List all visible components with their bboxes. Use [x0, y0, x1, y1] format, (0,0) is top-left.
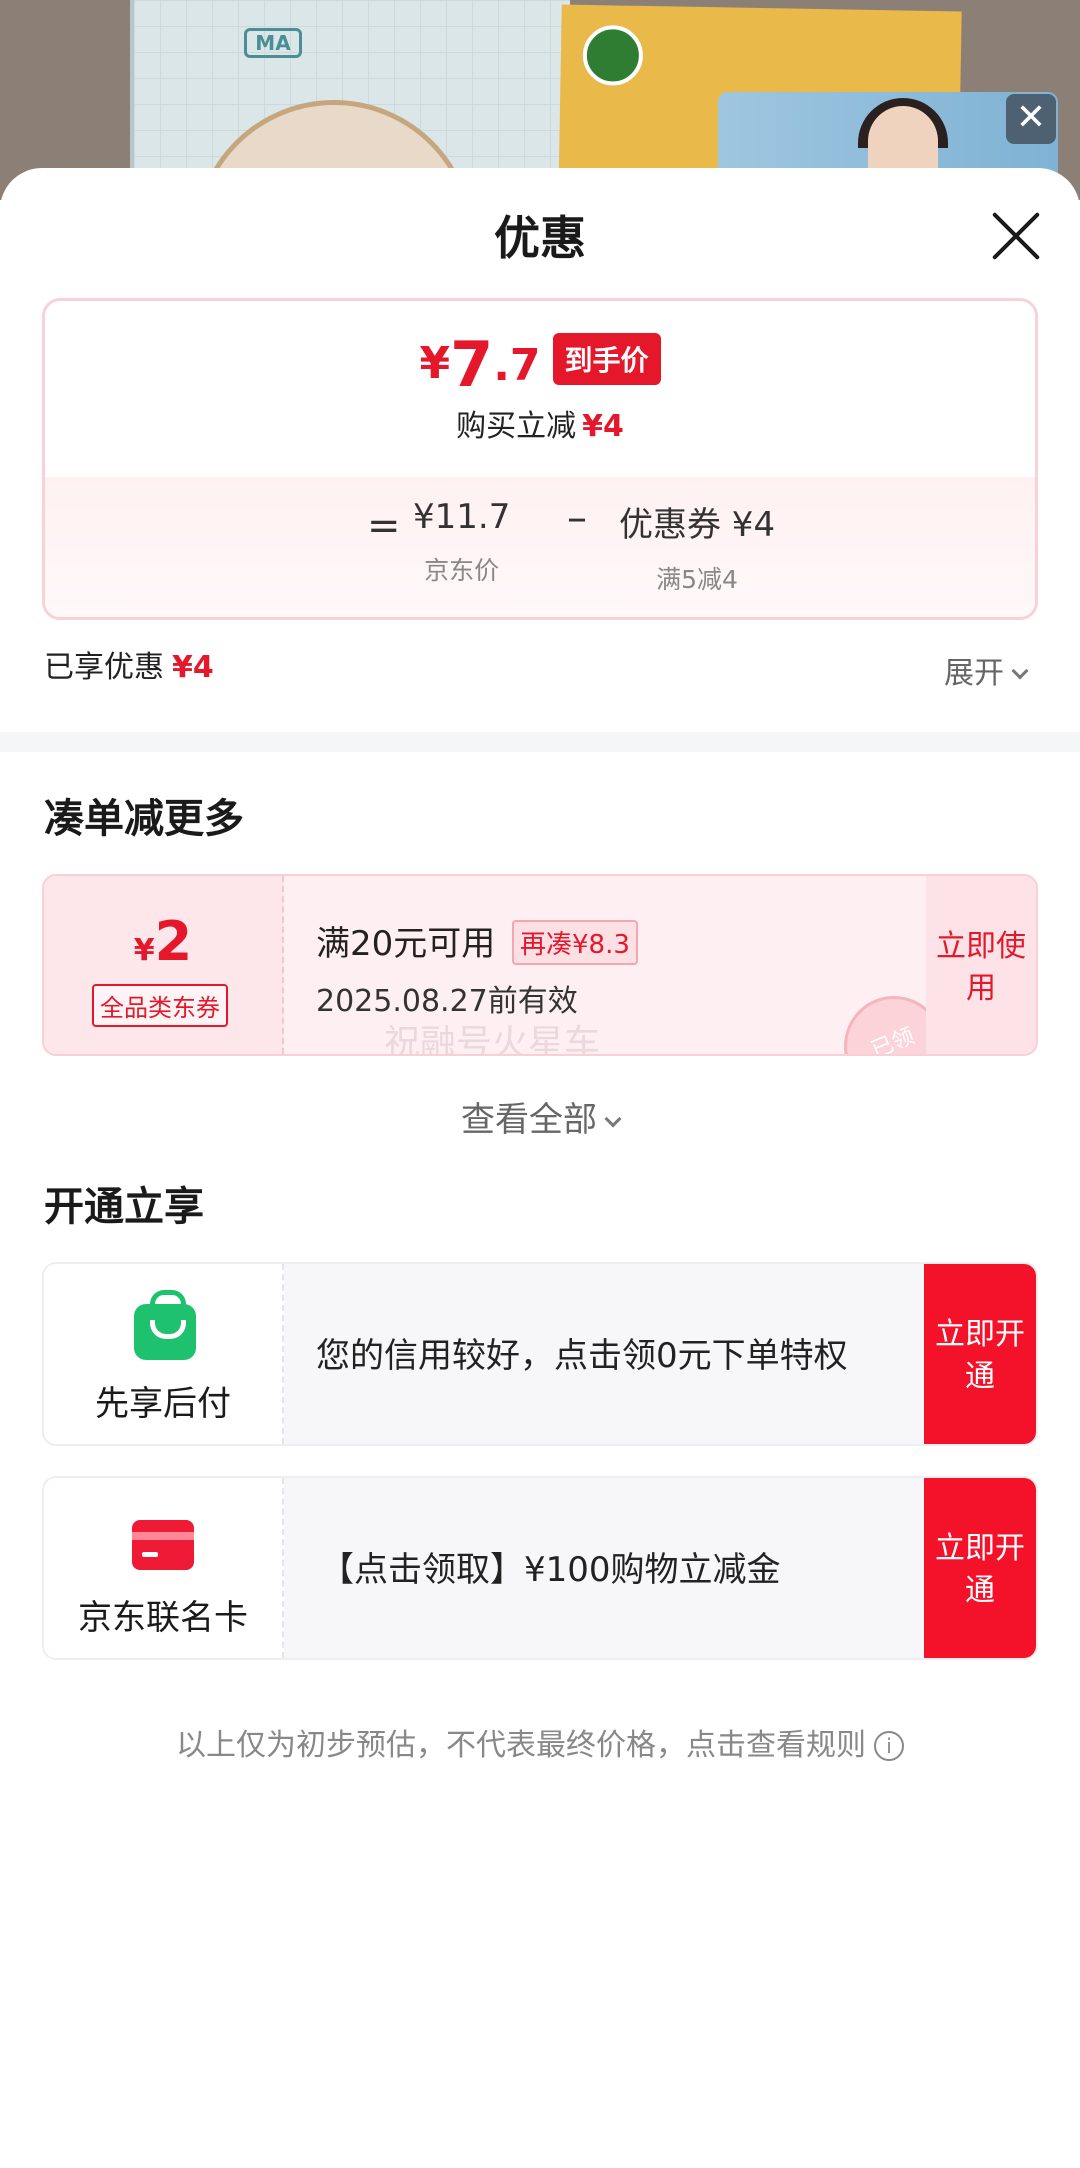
rules-note-text: 以上仅为初步预估，不代表最终价格，点击查看规则 [176, 1728, 866, 1763]
info-icon[interactable]: i [874, 1731, 904, 1761]
jd-price-label: 京东价 [424, 556, 500, 585]
discount-sheet: 优惠 ¥ 7 .7 到手价 购买立减 ¥4 = ¥11.7 京东价 – 优惠券 ¥… [0, 168, 1080, 2168]
coupon-amount-value: 2 [154, 910, 193, 973]
open-section-title: 开通立享 [44, 1184, 204, 1230]
watermark-text: 祝融号火星车 [384, 1023, 601, 1056]
coupon-type-badge: 全品类东券 [92, 984, 228, 1027]
video-close-icon[interactable]: ✕ [1006, 94, 1056, 144]
enjoyed-label: 已享优惠 [44, 650, 164, 685]
coupon-currency: ¥ [133, 933, 155, 968]
final-price-decimal: .7 [493, 340, 541, 391]
price-breakdown-card: ¥ 7 .7 到手价 购买立减 ¥4 = ¥11.7 京东价 – 优惠券 ¥4 满… [42, 298, 1038, 620]
coupon-card[interactable]: ¥2 全品类东券 满20元可用 再凑¥8.3 2025.08.27前有效 祝融号… [42, 874, 1038, 1056]
enjoyed-discount: 已享优惠 ¥4 [44, 642, 214, 686]
final-price-integer: 7 [450, 328, 494, 401]
coupon-deduction: 优惠券 ¥4 [619, 505, 776, 545]
chevron-down-icon [1011, 662, 1029, 680]
section-divider [0, 732, 1080, 752]
activate-pay-later-button[interactable]: 立即开通 [924, 1264, 1036, 1444]
ma-logo: MA [244, 28, 302, 58]
currency-symbol: ¥ [419, 338, 451, 389]
instant-saving: 购买立减 ¥4 [45, 401, 1035, 445]
combine-section-title: 凑单减更多 [44, 796, 244, 842]
credit-card-icon [132, 1520, 194, 1570]
activate-cobrand-card-button[interactable]: 立即开通 [924, 1478, 1036, 1658]
jd-price-value: ¥11.7 [413, 497, 511, 537]
chevron-down-icon [604, 1110, 622, 1128]
view-all-button[interactable]: 查看全部 [0, 1092, 1080, 1141]
service-description: 您的信用较好，点击领0元下单特权 [316, 1336, 848, 1376]
expand-label: 展开 [944, 656, 1004, 691]
coupon-condition: 满20元可用 [316, 924, 496, 964]
coupon-amount-panel: ¥2 全品类东券 [44, 876, 284, 1054]
book-seal-icon [582, 24, 644, 86]
coupon-amount: ¥2 [44, 910, 282, 973]
service-icon-panel: 京东联名卡 [44, 1478, 284, 1658]
coupon-rule: 满5减4 [656, 565, 738, 594]
saving-label: 购买立减 [456, 409, 577, 444]
service-name: 京东联名卡 [78, 1598, 248, 1638]
saving-value: ¥4 [582, 409, 624, 444]
sheet-title: 优惠 [494, 211, 586, 265]
final-price: ¥ 7 .7 到手价 [45, 333, 1035, 397]
close-icon[interactable] [988, 208, 1044, 264]
view-all-label: 查看全部 [461, 1100, 597, 1140]
service-icon-panel: 先享后付 [44, 1264, 284, 1444]
shopping-bag-icon [134, 1290, 196, 1360]
final-price-badge: 到手价 [552, 333, 661, 385]
coupon-top-up-tag: 再凑¥8.3 [512, 920, 638, 965]
enjoyed-value: ¥4 [172, 650, 214, 685]
service-name: 先享后付 [95, 1384, 231, 1424]
service-card-pay-later[interactable]: 先享后付 您的信用较好，点击领0元下单特权 立即开通 [42, 1262, 1038, 1446]
use-now-button[interactable]: 立即使用 [926, 876, 1036, 1054]
equals-sign: = [367, 503, 401, 549]
minus-sign: – [567, 495, 587, 541]
jd-price-column: ¥11.7 京东价 [413, 497, 510, 587]
service-card-cobrand-card[interactable]: 京东联名卡 【点击领取】¥100购物立减金 立即开通 [42, 1476, 1038, 1660]
price-formula: = ¥11.7 京东价 – 优惠券 ¥4 满5减4 [45, 477, 1035, 617]
expand-button[interactable]: 展开 [944, 648, 1029, 692]
coupon-column: 优惠券 ¥4 满5减4 [619, 497, 775, 596]
rules-note[interactable]: 以上仅为初步预估，不代表最终价格，点击查看规则 i [0, 1720, 1080, 1764]
service-description: 【点击领取】¥100购物立减金 [320, 1550, 781, 1590]
